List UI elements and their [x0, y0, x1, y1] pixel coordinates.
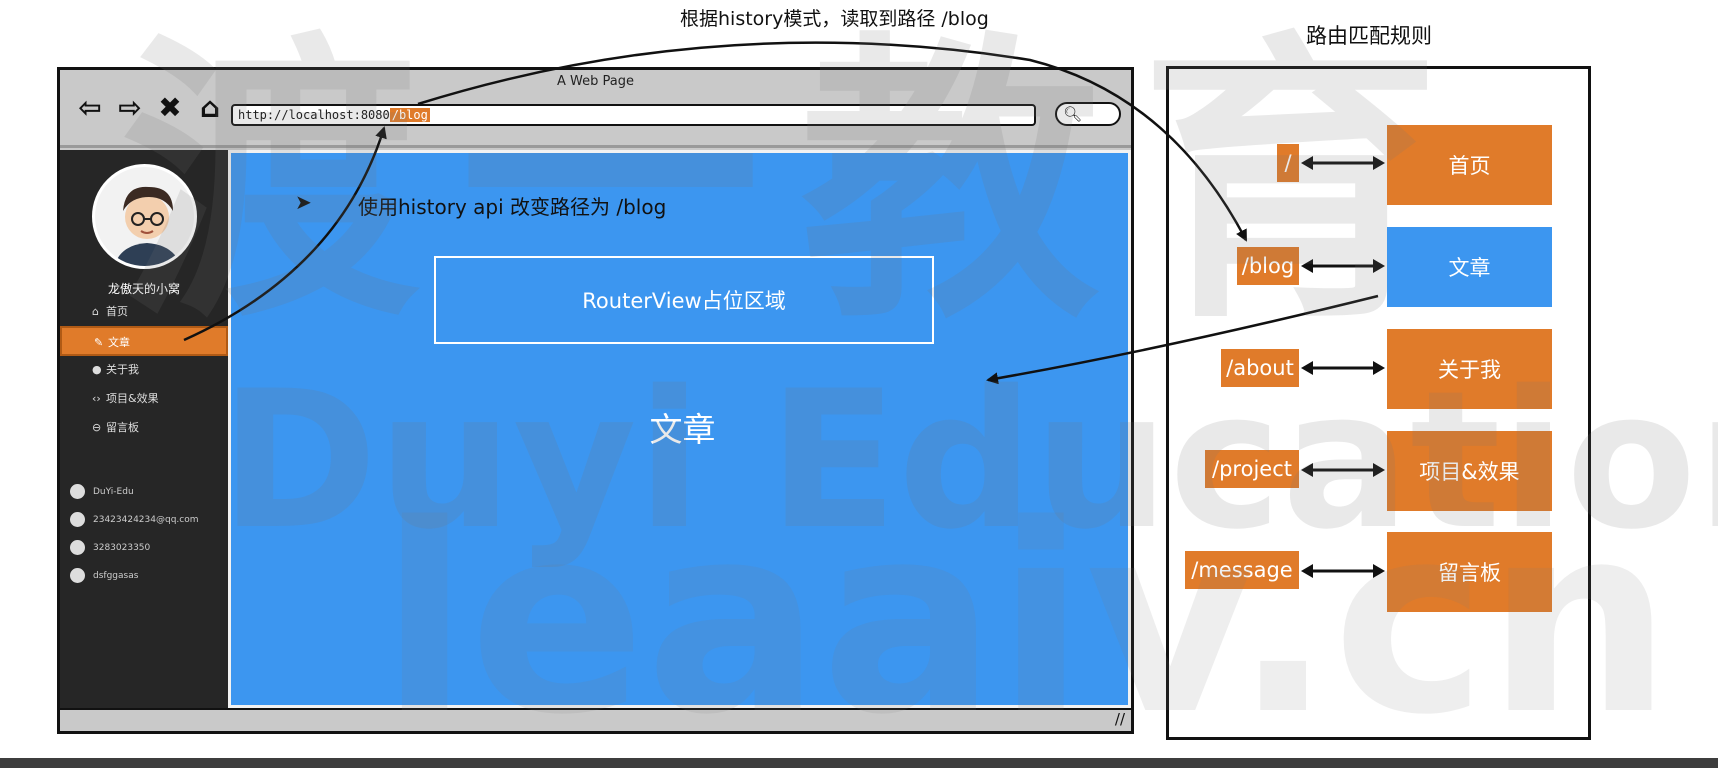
sidebar-item-label: 关于我 [106, 363, 139, 376]
history-api-caption: 使用history api 改变路径为 /blog [358, 195, 667, 219]
route-path: /blog [1237, 247, 1299, 285]
info-icon: ● [92, 363, 102, 376]
route-rules-panel: / 首页 /blog 文章 /about 关于我 /project 项目&效果 … [1166, 66, 1591, 740]
route-path: /project [1205, 450, 1299, 488]
home-icon[interactable]: ⌂ [194, 94, 226, 122]
nav-toolbar: ⇦ ⇨ ✖ ⌂ [74, 94, 226, 122]
caption-route-rules: 路由匹配规则 [1306, 24, 1432, 48]
sidebar-item-label: 文章 [108, 336, 130, 349]
browser-window: A Web Page ⇦ ⇨ ✖ ⌂ http://localhost:8080… [57, 67, 1134, 734]
message-icon: ⊖ [92, 421, 102, 434]
sidebar-item-about[interactable]: ● 关于我 [60, 355, 228, 385]
contact-github[interactable]: DuYi-Edu [70, 484, 134, 499]
sidebar-item-label: 首页 [106, 305, 128, 318]
search-icon: 🔍︎ [1063, 105, 1083, 123]
qq-icon [70, 540, 85, 555]
contact-text: DuYi-Edu [93, 487, 134, 497]
mail-icon [70, 512, 85, 527]
router-view-placeholder: RouterView占位区域 [434, 256, 934, 344]
user-name: 龙傲天的小窝 [107, 282, 180, 296]
double-arrow-icon [1301, 463, 1385, 477]
address-bar[interactable]: http://localhost:8080/blog [231, 104, 1036, 126]
wechat-icon [70, 568, 85, 583]
sidebar: 龙傲天的小窝 ⌂ 首页 ✎ 文章 ● 关于我 ‹› 项目&效果 ⊖ 留言板 DuYi-Ed… [60, 150, 228, 708]
mouse-cursor-icon: ➤ [295, 190, 312, 214]
sidebar-item-home[interactable]: ⌂ 首页 [60, 297, 228, 327]
sidebar-item-label: 留言板 [106, 421, 139, 434]
pen-icon: ✎ [94, 336, 104, 349]
rendered-page-title: 文章 [649, 410, 716, 449]
sidebar-item-blog[interactable]: ✎ 文章 [60, 326, 228, 356]
route-page: 留言板 [1387, 532, 1552, 612]
home-icon: ⌂ [92, 305, 99, 318]
github-icon [70, 484, 85, 499]
toolbar-divider [60, 145, 1131, 148]
double-arrow-icon [1301, 361, 1385, 375]
caption-history-read: 根据history模式，读取到路径 /blog [680, 8, 989, 30]
route-page: 项目&效果 [1387, 431, 1552, 511]
route-page-active: 文章 [1387, 227, 1552, 307]
sidebar-item-project[interactable]: ‹› 项目&效果 [60, 384, 228, 414]
close-icon[interactable]: ✖ [154, 94, 186, 122]
url-base: http://localhost:8080 [238, 108, 390, 122]
forward-arrow-icon[interactable]: ⇨ [114, 94, 146, 122]
double-arrow-icon [1301, 259, 1385, 273]
double-arrow-icon [1301, 156, 1385, 170]
route-page: 关于我 [1387, 329, 1552, 409]
contact-wechat[interactable]: dsfggasas [70, 568, 138, 583]
contact-text: 23423424234@qq.com [93, 515, 199, 525]
search-box[interactable]: 🔍︎ [1055, 102, 1121, 126]
back-arrow-icon[interactable]: ⇦ [74, 94, 106, 122]
bottom-bar [0, 758, 1718, 768]
avatar [92, 164, 197, 269]
contact-mail[interactable]: 23423424234@qq.com [70, 512, 199, 527]
sidebar-item-message[interactable]: ⊖ 留言板 [60, 413, 228, 443]
route-path: /message [1185, 551, 1299, 589]
main-content: ➤ 使用history api 改变路径为 /blog RouterView占位… [228, 150, 1131, 708]
router-view-label: RouterView占位区域 [582, 289, 786, 313]
url-path-highlight: /blog [389, 108, 430, 122]
route-path: /about [1221, 349, 1299, 387]
sidebar-item-label: 项目&效果 [106, 392, 159, 405]
route-path: / [1277, 144, 1299, 182]
double-arrow-icon [1301, 564, 1385, 578]
status-bar: // [60, 708, 1131, 731]
resize-grip-icon[interactable]: // [1115, 710, 1125, 728]
contact-qq[interactable]: 3283023350 [70, 540, 150, 555]
code-icon: ‹› [92, 392, 101, 405]
route-page: 首页 [1387, 125, 1552, 205]
contact-text: dsfggasas [93, 571, 139, 581]
contact-text: 3283023350 [93, 543, 151, 553]
window-title: A Web Page [557, 74, 634, 89]
